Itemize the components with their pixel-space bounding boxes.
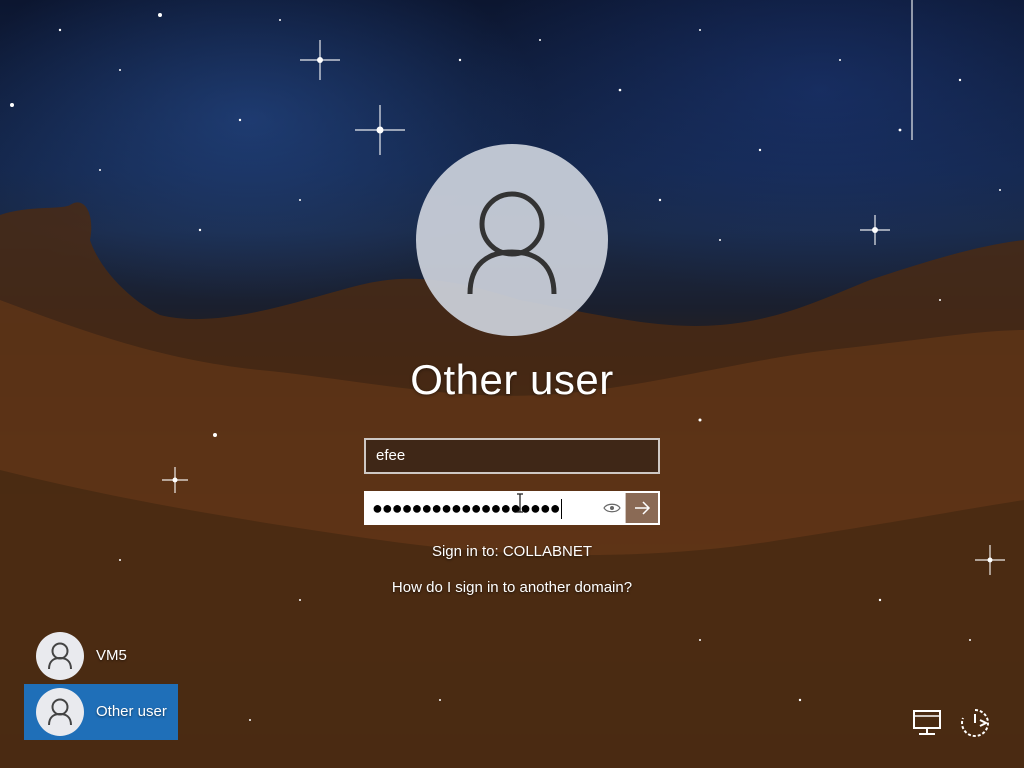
domain-help-link[interactable]: How do I sign in to another domain? [312, 579, 712, 596]
user-tile-other-user[interactable]: Other user [24, 684, 178, 740]
power-icon[interactable] [958, 706, 992, 740]
username-field[interactable]: efee [364, 438, 660, 474]
user-avatar [416, 144, 608, 336]
password-field[interactable]: ●●●●●●●●●●●●●●●●●●● [366, 493, 626, 523]
sign-in-domain-label: Sign in to: COLLABNET [431, 543, 593, 560]
password-mask: ●●●●●●●●●●●●●●●●●●● [372, 498, 561, 518]
password-box: ●●●●●●●●●●●●●●●●●●● [364, 491, 660, 525]
network-icon[interactable] [911, 706, 945, 740]
eye-icon[interactable] [602, 501, 622, 515]
user-tile-vm5[interactable]: VM5 [24, 628, 178, 684]
submit-button[interactable] [625, 493, 658, 523]
user-tile-label: Other user [96, 703, 167, 720]
user-tile-avatar [36, 632, 84, 680]
selected-user-title: Other user [410, 356, 614, 403]
person-icon [48, 642, 72, 670]
user-tile-avatar [36, 688, 84, 736]
mouse-ibeam-cursor [517, 493, 523, 513]
person-icon [467, 191, 557, 295]
arrow-right-icon [635, 501, 651, 515]
person-icon [48, 698, 72, 726]
user-tile-label: VM5 [96, 647, 127, 664]
text-caret [560, 499, 562, 520]
